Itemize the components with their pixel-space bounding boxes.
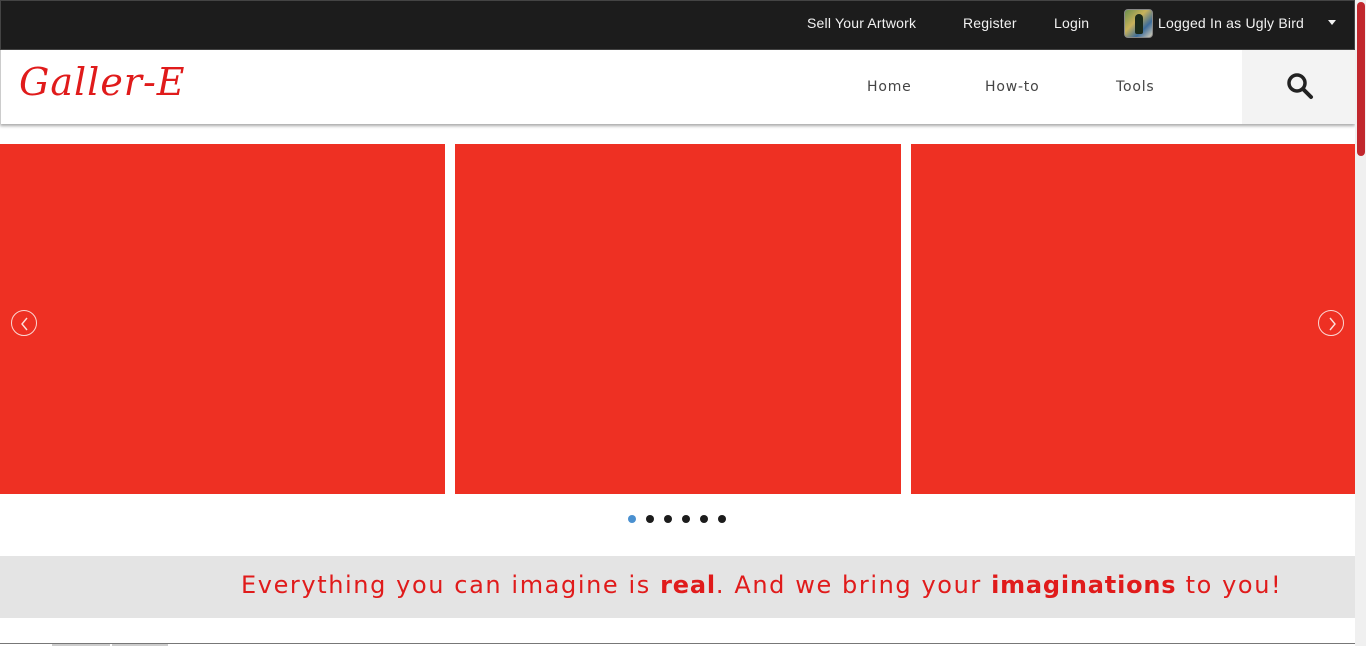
carousel-dot[interactable] — [718, 515, 726, 523]
tagline-emphasis: imaginations — [991, 571, 1177, 599]
carousel-next-button[interactable] — [1318, 310, 1344, 336]
sell-artwork-link[interactable]: Sell Your Artwork — [807, 15, 916, 31]
chevron-left-icon — [21, 317, 28, 331]
nav-how-to[interactable]: How-to — [985, 79, 1039, 95]
search-button[interactable] — [1242, 50, 1356, 124]
tagline-part: . And we bring your — [715, 571, 992, 599]
top-bar: Sell Your Artwork Register Login Logged … — [0, 0, 1355, 50]
user-avatar[interactable] — [1124, 9, 1153, 38]
tagline-emphasis: real — [660, 571, 716, 599]
carousel-dot[interactable] — [664, 515, 672, 523]
tagline-part: Everything you can imagine is — [241, 571, 661, 599]
login-link[interactable]: Login — [1054, 15, 1089, 31]
search-icon — [1287, 73, 1313, 99]
tagline-banner: Everything you can imagine is real. And … — [0, 556, 1356, 618]
carousel-slide[interactable] — [455, 144, 901, 494]
nav-tools[interactable]: Tools — [1116, 79, 1155, 95]
carousel-dot[interactable] — [682, 515, 690, 523]
scrollbar-thumb[interactable] — [1357, 2, 1365, 156]
carousel-dot[interactable] — [700, 515, 708, 523]
tagline-part: to you! — [1176, 571, 1283, 599]
caret-down-icon[interactable] — [1328, 20, 1336, 25]
nav-home[interactable]: Home — [867, 79, 912, 95]
carousel-dot[interactable] — [646, 515, 654, 523]
chevron-right-icon — [1329, 317, 1336, 331]
tagline-text: Everything you can imagine is real. And … — [241, 571, 1282, 599]
register-link[interactable]: Register — [963, 15, 1017, 31]
user-menu-label[interactable]: Logged In as Ugly Bird — [1158, 15, 1304, 31]
carousel-prev-button[interactable] — [11, 310, 37, 336]
carousel-slide[interactable] — [0, 144, 445, 494]
section-divider — [0, 643, 1366, 644]
carousel-slide[interactable] — [911, 144, 1355, 494]
site-header: Galler-E Home How-to Tools — [0, 50, 1356, 124]
site-logo[interactable]: Galler-E — [19, 60, 186, 104]
carousel-dot[interactable] — [628, 515, 636, 523]
